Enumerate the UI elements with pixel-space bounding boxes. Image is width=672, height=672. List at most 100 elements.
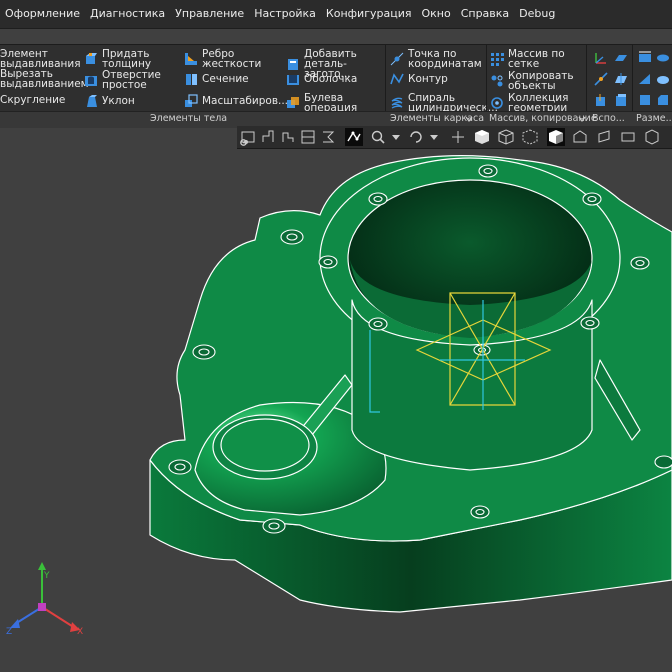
helix-icon [391, 97, 403, 109]
extrude-label: Элемент выдавливания [0, 48, 81, 70]
axis-icon[interactable] [594, 72, 608, 86]
scale-button[interactable]: Масштабиров... [184, 94, 288, 108]
group-label-dims: Разме... [636, 113, 672, 124]
thicken-label: Придать толщину [102, 48, 152, 70]
menu-design[interactable]: Оформление [0, 0, 85, 28]
measure-icon[interactable] [571, 128, 589, 146]
section-icon [186, 74, 197, 85]
contour-icon [390, 73, 404, 85]
draft-button[interactable]: Уклон [84, 94, 135, 108]
axis-label-x: X [77, 627, 83, 637]
grid-array-label: Массив по сетке [508, 48, 565, 70]
fillet-button[interactable]: Скругление [0, 94, 66, 106]
3d-viewport[interactable]: Y X Z [0, 126, 672, 672]
chamfer-dim-icon[interactable] [656, 93, 670, 107]
geometry-collection-icon [491, 97, 503, 109]
contour-button[interactable]: Контур [390, 72, 448, 86]
helix-label: Спираль цилиндрическ... [408, 92, 498, 114]
chair-icon[interactable] [259, 128, 277, 146]
chevron-down-icon[interactable] [425, 128, 443, 146]
thicken-button[interactable]: Придать толщину [84, 49, 162, 69]
rib-icon [185, 53, 197, 65]
hole-simple-label: Отверстие простое [102, 69, 161, 91]
boolean-label: Булева операция [304, 92, 358, 114]
thicken-icon [86, 53, 97, 64]
plane-icon[interactable] [614, 51, 628, 65]
constraint-icon[interactable] [299, 128, 317, 146]
scale-icon [185, 94, 198, 107]
grid-array-icon [491, 53, 504, 66]
sketch-relations-icon[interactable] [345, 128, 363, 146]
dimension-icon[interactable] [638, 51, 652, 65]
shell-button[interactable]: Оболочка [286, 72, 357, 86]
cut-extrude-label: Вырезать выдавливанием [0, 68, 89, 90]
section-button[interactable]: Сечение [184, 72, 249, 86]
ruler-icon[interactable] [619, 128, 637, 146]
menu-manage[interactable]: Управление [170, 0, 249, 28]
sketch-icon[interactable] [279, 128, 297, 146]
helix-button[interactable]: Спираль цилиндрическ... [390, 92, 498, 114]
view-settings-icon[interactable] [643, 128, 661, 146]
draft-label: Уклон [102, 95, 135, 107]
menu-help[interactable]: Справка [456, 0, 514, 28]
zoom-icon[interactable] [369, 128, 387, 146]
extrude-button[interactable]: Элемент выдавливания [0, 48, 81, 70]
geometry-collection-label: Коллекция геометрии [508, 92, 569, 114]
chevron-down-icon[interactable] [578, 115, 586, 123]
section-label: Сечение [202, 73, 249, 85]
shaded-cube-icon[interactable] [473, 128, 491, 146]
length-dim-icon[interactable] [638, 93, 652, 107]
aux-plane-icon[interactable] [614, 72, 628, 86]
menu-settings[interactable]: Настройка [249, 0, 321, 28]
angle-dim-icon[interactable] [638, 72, 652, 86]
equation-icon[interactable] [319, 128, 337, 146]
shell-label: Оболочка [304, 73, 358, 85]
fillet-label: Скругление [0, 94, 66, 106]
section-view-icon[interactable] [547, 128, 565, 146]
grid-array-button[interactable]: Массив по сетке [490, 49, 568, 69]
axis-label-y: Y [43, 571, 50, 581]
view-toolbar [237, 126, 672, 149]
draft-icon [87, 95, 97, 107]
copy-objects-label: Копировать объекты [508, 70, 574, 92]
boolean-button[interactable]: Булева операция [286, 93, 374, 113]
pan-icon[interactable] [449, 128, 467, 146]
hole-icon [85, 76, 97, 86]
chevron-down-icon[interactable] [465, 115, 473, 123]
axis-label-z: Z [6, 627, 12, 637]
hole-simple-button[interactable]: Отверстие простое [84, 70, 162, 90]
group-label-body: Элементы тела [150, 113, 228, 124]
boolean-icon [287, 97, 299, 108]
diameter-icon[interactable] [656, 51, 670, 65]
copy-objects-button[interactable]: Копировать объекты [490, 70, 574, 92]
gear-icon[interactable] [239, 138, 248, 147]
cut-extrude-button[interactable]: Вырезать выдавливанием [0, 68, 89, 90]
shell-icon [287, 75, 299, 85]
menu-diagnostics[interactable]: Диагностика [85, 0, 170, 28]
rib-button[interactable]: Ребро жесткости [184, 49, 262, 69]
hidden-lines-icon[interactable] [521, 128, 539, 146]
menu-debug[interactable]: Debug [514, 0, 560, 28]
menu-window[interactable]: Окно [416, 0, 455, 28]
rotate-icon[interactable] [407, 128, 425, 146]
housing-part[interactable] [149, 155, 672, 613]
point-by-coords-button[interactable]: Точка по координатам [390, 49, 492, 69]
aux-body-icon[interactable] [614, 93, 628, 107]
chevron-down-icon[interactable] [387, 128, 405, 146]
coord-system-icon[interactable] [594, 51, 608, 65]
add-part-icon [288, 59, 298, 70]
point-icon [390, 52, 404, 66]
group-label-aux: Вспо... [592, 113, 625, 124]
copy-objects-icon [491, 75, 503, 87]
contour-label: Контур [408, 73, 448, 85]
point-by-coords-label: Точка по координатам [408, 48, 482, 70]
geometry-collection-button[interactable]: Коллекция геометрии [490, 93, 572, 113]
menu-configuration[interactable]: Конфигурация [321, 0, 417, 28]
rib-label: Ребро жесткости [202, 48, 262, 70]
wireframe-cube-icon[interactable] [497, 128, 515, 146]
parallel-icon[interactable] [595, 128, 613, 146]
ribbon: Элемент выдавливания Вырезать выдавливан… [0, 44, 672, 128]
scale-label: Масштабиров... [202, 95, 289, 107]
cube-axis-icon[interactable] [594, 93, 608, 107]
radius-icon[interactable] [656, 72, 670, 86]
